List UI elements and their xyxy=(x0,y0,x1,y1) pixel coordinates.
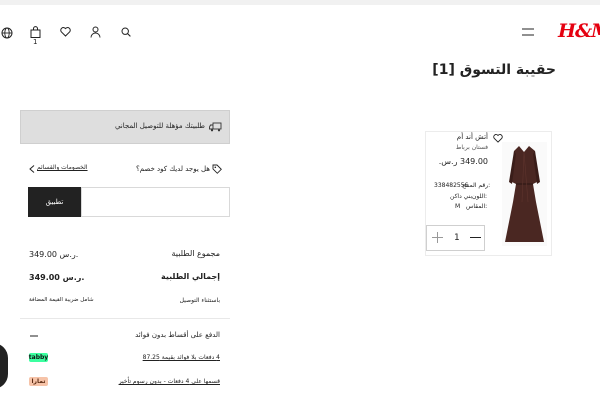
summary-divider xyxy=(20,318,230,319)
vat-note: شامل ضريبة القيمة المضافة xyxy=(29,297,94,303)
menu-icon[interactable] xyxy=(522,28,534,36)
truck-icon xyxy=(209,122,222,132)
shipping-banner-text: طلبيتك مؤهلة للتوصيل المجاني xyxy=(114,122,205,130)
order-value: 349.00 ر.س. xyxy=(29,250,79,259)
free-shipping-banner: طلبيتك مؤهلة للتوصيل المجاني xyxy=(20,110,230,144)
chevron-left-icon[interactable] xyxy=(29,165,35,173)
order-total: 349.00 ر.س. xyxy=(29,273,85,282)
globe-icon[interactable] xyxy=(1,27,13,39)
user-icon[interactable] xyxy=(90,26,101,38)
heart-icon[interactable] xyxy=(60,27,71,37)
delivery-note: باستثناء التوصيل xyxy=(179,297,220,304)
tabby-badge: tabby xyxy=(28,353,49,362)
promo-question: هل يوجد لديك كود خصم؟ xyxy=(136,165,210,173)
order-total-label: إجمالي الطلبية xyxy=(161,272,220,281)
tamara-badge: تمارا xyxy=(29,377,48,386)
hm-logo[interactable]: H&M xyxy=(558,20,600,42)
apply-button[interactable]: تطبيق xyxy=(28,187,81,217)
bag-count: 1 xyxy=(33,38,38,46)
installments-title: الدفع على أقساط بدون فوائد xyxy=(135,331,220,339)
shopping-bag-icon[interactable] xyxy=(30,26,41,38)
tabby-link[interactable]: 4 دفعات بلا فوائد بقيمة 87.25 xyxy=(100,354,220,361)
discounts-link[interactable]: الخصومات والقسائم xyxy=(37,164,88,171)
order-value-label: مجموع الطلبية xyxy=(171,249,220,258)
collapse-icon[interactable] xyxy=(30,335,38,337)
chat-widget-button[interactable] xyxy=(0,343,8,389)
tamara-link[interactable]: قسمها على 4 دفعات - بدون رسوم تأخير xyxy=(80,378,220,385)
tag-icon xyxy=(212,164,222,174)
product-card xyxy=(425,131,552,256)
page-title: حقيبة التسوق [1] xyxy=(432,62,556,78)
top-strip xyxy=(0,0,600,5)
promo-code-input[interactable] xyxy=(81,187,230,217)
search-icon[interactable] xyxy=(121,27,131,37)
